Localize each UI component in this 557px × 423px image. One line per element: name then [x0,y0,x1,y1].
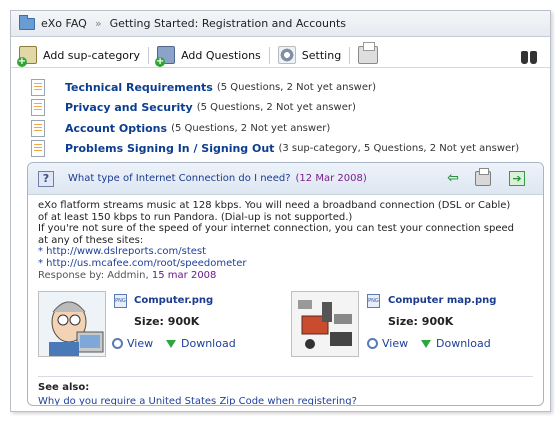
breadcrumb-separator: » [94,17,102,30]
next-arrow-icon[interactable]: ➔ [509,171,525,186]
download-button[interactable]: Download [166,337,236,350]
category-link[interactable]: Technical Requirements [65,81,213,94]
divider [38,376,533,377]
see-also-section: See also: Why do you require a United St… [38,380,357,405]
category-count: (5 Questions, 2 Not yet answer) [171,122,331,134]
answer-text: eXo flatform streams music at 128 kbps. … [38,200,511,211]
response-date: 15 mar 2008 [151,269,217,281]
response-label: Response by: Addmin, [38,269,149,281]
category-link[interactable]: Account Options [65,122,167,135]
response-info: Response by: Addmin, 15 mar 2008 [38,270,533,282]
category-count: (5 Questions, 2 Not yet answer) [196,102,356,114]
setting-button[interactable]: Setting [270,43,349,68]
folder-icon [19,14,35,30]
back-arrow-icon[interactable]: ⇦ [445,171,461,186]
view-button[interactable]: View [367,337,408,350]
print-icon [358,42,379,64]
magnifier-icon [367,338,378,349]
question-date: (12 Mar 2008) [295,173,367,184]
png-file-icon: PNG [367,294,380,308]
view-label: View [382,337,409,350]
list-item: Problems Signing In / Signing Out (3 sup… [31,139,541,159]
question-mark-icon: ? [38,170,54,187]
category-count: (3 sup-category, 5 Questions, 2 Not yet … [278,143,520,155]
print-button[interactable] [350,42,392,68]
category-link[interactable]: Problems Signing In / Signing Out [65,142,274,155]
png-file-icon: PNG [114,294,127,308]
add-question-label: Add Questions [181,48,261,62]
attachment-list: PNG Computer.png Size: 900K View Downloa… [38,291,533,365]
attachment-thumbnail[interactable] [291,291,359,357]
attachment-item: PNG Computer.png Size: 900K View Downloa… [38,291,278,365]
category-list: Technical Requirements (5 Questions, 2 N… [31,77,541,159]
setting-label: Setting [301,48,342,62]
list-item: Privacy and Security (5 Questions, 2 Not… [31,98,541,118]
category-doc-icon [31,99,45,117]
add-question-icon [155,46,176,67]
search-binoculars-icon[interactable] [520,46,538,64]
question-panel: ? What type of Internet Connection do I … [27,162,544,406]
add-category-icon [17,46,37,67]
breadcrumb-item-home[interactable]: eXo FAQ [41,17,87,30]
toolbar: Add sup-category Add Questions Setting [11,42,550,68]
answer-link[interactable]: * http://www.dslreports.com/stest [38,246,533,258]
attachment-thumbnail[interactable] [38,291,106,357]
answer-link[interactable]: * http://us.mcafee.com/root/speedometer [38,258,533,270]
magnifier-icon [112,338,123,349]
breadcrumb: eXo FAQ » Getting Started: Registration … [11,11,550,37]
faq-window: eXo FAQ » Getting Started: Registration … [10,10,551,412]
attachment-size: Size: 900K [388,315,454,328]
view-label: View [127,337,154,350]
question-title[interactable]: What type of Internet Connection do I ne… [68,173,291,184]
breadcrumb-item-current[interactable]: Getting Started: Registration and Accoun… [110,17,346,30]
add-category-label: Add sup-category [43,48,141,62]
list-item: Technical Requirements (5 Questions, 2 N… [31,77,541,97]
attachment-name[interactable]: Computer.png [134,295,213,306]
answer-text: of at least 150 kbps to run Pandora. (Di… [38,211,353,223]
category-count: (5 Questions, 2 Not yet answer) [216,81,377,93]
attachment-item: PNG Computer map.png Size: 900K View Dow… [291,291,531,365]
category-doc-icon [31,119,45,137]
question-header: ? What type of Internet Connection do I … [28,163,543,195]
category-doc-icon [31,140,45,158]
see-also-label: See also: [38,382,90,393]
download-label: Download [181,337,236,350]
setting-icon [277,46,296,64]
attachment-size: Size: 900K [134,315,200,328]
download-button[interactable]: Download [421,337,491,350]
answer-text: at any of these sites: [38,234,144,246]
add-category-button[interactable]: Add sup-category [11,43,148,68]
answer-text: If you're not sure of the speed of your … [38,223,514,235]
see-also-link[interactable]: Why do you require a United States Zip C… [38,396,357,405]
download-arrow-icon [421,339,431,348]
list-item: Account Options (5 Questions, 2 Not yet … [31,118,541,138]
answer-body: eXo flatform streams music at 128 kbps. … [28,195,543,281]
download-label: Download [436,337,491,350]
category-link[interactable]: Privacy and Security [65,101,193,114]
add-question-button[interactable]: Add Questions [149,43,269,68]
download-arrow-icon [166,339,176,348]
print-icon[interactable] [475,168,491,186]
category-doc-icon [31,78,45,96]
view-button[interactable]: View [112,337,153,350]
attachment-name[interactable]: Computer map.png [388,295,496,306]
